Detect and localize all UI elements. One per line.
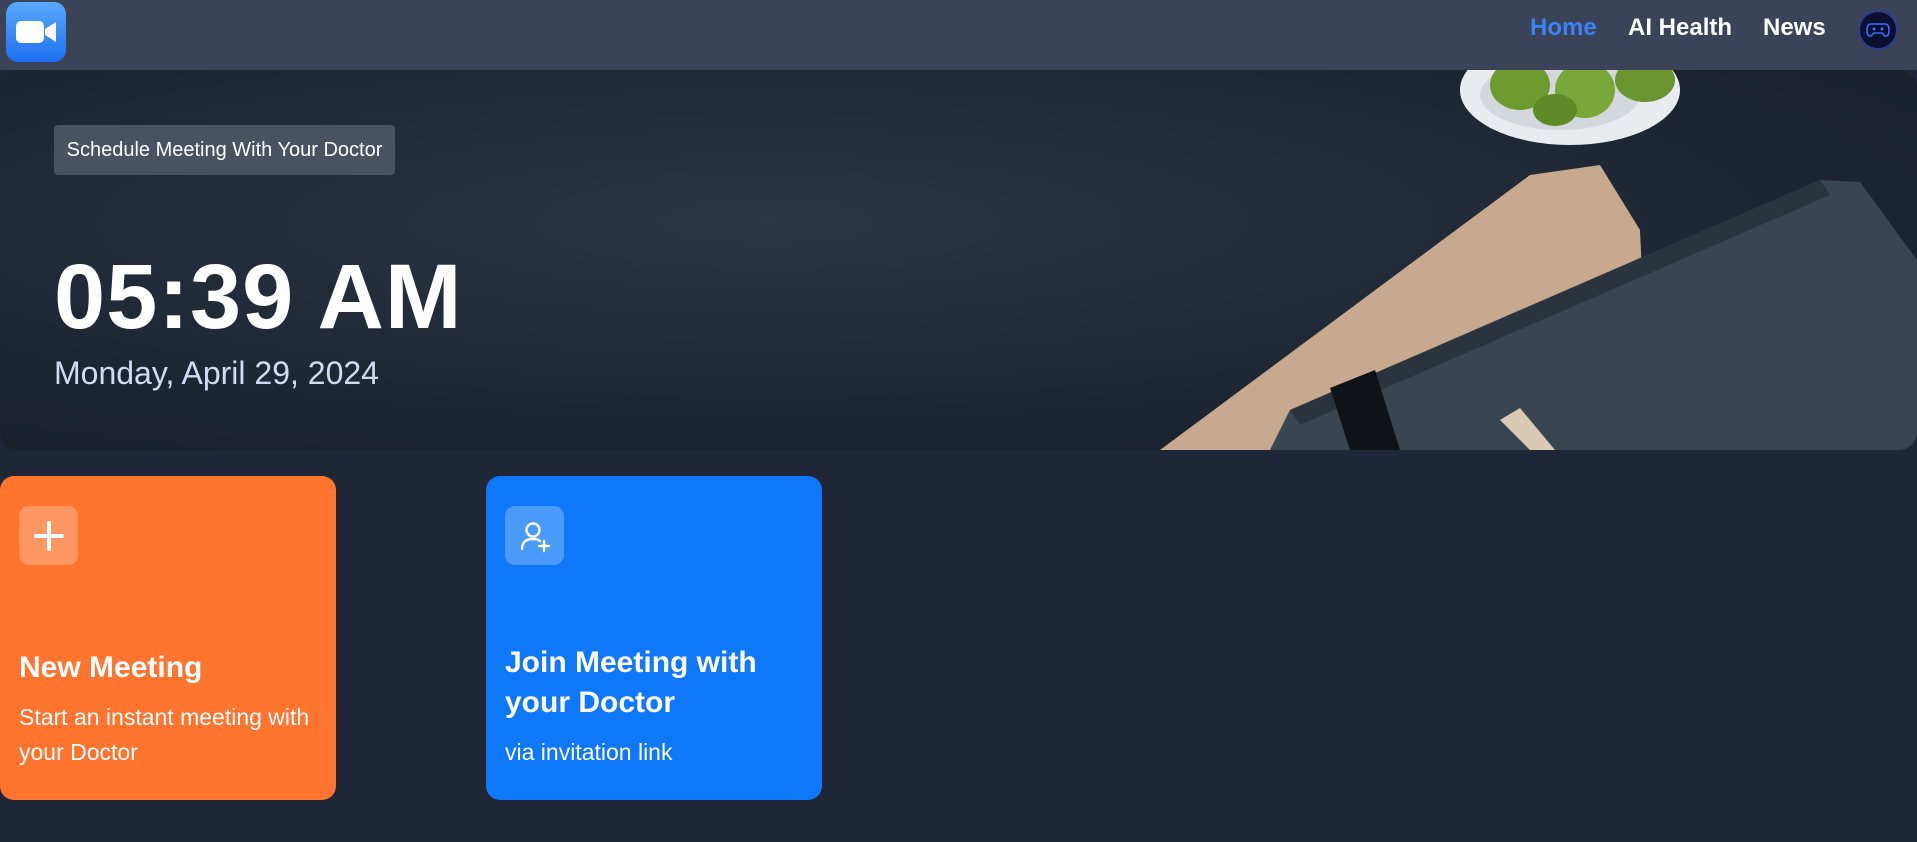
new-meeting-card[interactable]: New Meeting Start an instant meeting wit… xyxy=(0,476,336,800)
hero-banner: Schedule Meeting With Your Doctor 05:39 … xyxy=(0,70,1917,450)
gamepad-icon xyxy=(1866,23,1890,37)
video-camera-icon[interactable] xyxy=(6,2,66,62)
nav-ai-health-link[interactable]: AI Health xyxy=(1628,14,1732,44)
join-meeting-card[interactable]: Join Meeting with your Doctor via invita… xyxy=(486,476,822,800)
card-title: New Meeting xyxy=(19,651,203,684)
card-subtitle: via invitation link xyxy=(505,739,673,765)
nav-home-link[interactable]: Home xyxy=(1530,14,1597,44)
nav-news-link[interactable]: News xyxy=(1763,14,1826,44)
top-navbar: Home AI Health News xyxy=(0,0,1917,70)
card-title: Join Meeting with your Doctor xyxy=(505,646,757,719)
current-date: Monday, April 29, 2024 xyxy=(54,355,379,391)
avatar[interactable] xyxy=(1858,10,1898,50)
card-subtitle: Start an instant meeting with your Docto… xyxy=(19,704,310,765)
plus-icon xyxy=(19,506,78,565)
schedule-meeting-button[interactable]: Schedule Meeting With Your Doctor xyxy=(54,125,395,175)
add-user-icon xyxy=(505,506,564,565)
current-time: 05:39 AM xyxy=(54,246,463,348)
